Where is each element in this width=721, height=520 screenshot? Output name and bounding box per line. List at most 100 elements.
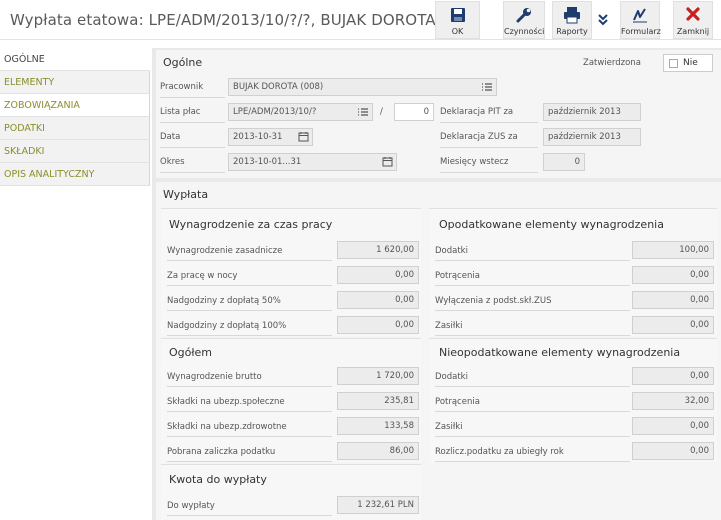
nieopod-row-value[interactable]: 0,00 [632, 442, 714, 460]
ogolne-title: Ogólne [163, 56, 203, 69]
window-title: Wypłata etatowa: LPE/ADM/2013/10/?/?, BU… [10, 11, 471, 29]
tab-skladki[interactable]: SKŁADKI [0, 140, 150, 163]
opod-row-value[interactable]: 0,00 [632, 316, 714, 334]
pracownik-value: BUJAK DOROTA (008) [233, 82, 324, 92]
kwota-title: Kwota do wypłaty [169, 473, 267, 486]
lista-separator: / [380, 107, 383, 117]
ok-button[interactable]: OK [435, 1, 480, 39]
okres-label: Okres [160, 157, 185, 167]
czynnosci-button[interactable]: Czynności [503, 1, 545, 39]
okres-field[interactable]: 2013-10-01...31 [228, 153, 397, 171]
ogolem-row-value[interactable]: 1 720,00 [337, 367, 419, 385]
kwota-panel: Kwota do wypłaty Do wypłaty 1 232,61 PLN [161, 464, 421, 520]
nieopod-row-label: Potrącenia [435, 397, 480, 407]
nieopod-row-value[interactable]: 32,00 [632, 392, 714, 410]
checkbox-box [669, 59, 678, 68]
nieopod-row-value[interactable]: 0,00 [632, 417, 714, 435]
wyn-row-label: Wynagrodzenie zasadnicze [167, 246, 283, 256]
pit-label: Deklaracja PIT za [440, 107, 514, 117]
zus-field[interactable]: październik 2013 [543, 128, 641, 146]
raporty-label: Raporty [556, 27, 588, 36]
czynnosci-label: Czynności [504, 27, 545, 36]
opod-row-value[interactable]: 0,00 [632, 291, 714, 309]
tab-opis-analityczny[interactable]: OPIS ANALITYCZNY [0, 163, 150, 186]
save-icon [450, 8, 465, 22]
nieopod-row-label: Rozlicz.podatku za ubiegły rok [435, 447, 564, 457]
miesiecy-field[interactable]: 0 [543, 153, 585, 171]
main-content: Ogólne Pracownik BUJAK DOROTA (008) List… [152, 48, 721, 520]
wyn-row-value[interactable]: 0,00 [337, 266, 419, 284]
ogolem-row-value[interactable]: 86,00 [337, 442, 419, 460]
lista-label: Lista płac [160, 107, 201, 117]
wyn-row-label: Nadgodziny z dopłatą 50% [167, 296, 281, 306]
opod-row-value[interactable]: 0,00 [632, 266, 714, 284]
ogolne-panel: Ogólne Pracownik BUJAK DOROTA (008) List… [156, 50, 721, 178]
zamknij-label: Zamknij [676, 27, 710, 36]
tab-podatki[interactable]: PODATKI [0, 117, 150, 140]
wyn-row-label: Nadgodziny z dopłatą 100% [167, 321, 287, 331]
close-icon [686, 7, 700, 21]
ogolem-panel: Ogółem Wynagrodzenie brutto 1 720,00 Skł… [161, 338, 421, 462]
zatwierdzona-label: Zatwierdzona [583, 58, 641, 68]
pit-field[interactable]: październik 2013 [543, 103, 641, 121]
wynagrodzenie-panel: Wynagrodzenie za czas pracy Wynagrodzeni… [161, 208, 421, 336]
opodatkowane-title: Opodatkowane elementy wynagrodzenia [439, 218, 664, 231]
pracownik-field[interactable]: BUJAK DOROTA (008) [228, 78, 497, 96]
wrench-icon [516, 8, 531, 23]
opod-row-label: Potrącenia [435, 271, 480, 281]
printer-icon [564, 7, 580, 24]
data-field[interactable]: 2013-10-31 [228, 128, 313, 146]
opod-row-value[interactable]: 100,00 [632, 241, 714, 259]
ok-label: OK [451, 27, 464, 36]
nieopodatkowane-panel: Nieopodatkowane elementy wynagrodzenia D… [429, 338, 717, 462]
signature-icon [633, 8, 647, 23]
zatwierdzona-value: Nie [683, 58, 698, 68]
okres-value: 2013-10-01...31 [233, 157, 302, 167]
opod-row-label: Zasiłki [435, 321, 463, 331]
wyn-row-value[interactable]: 1 620,00 [337, 241, 419, 259]
zatwierdzona-checkbox[interactable]: Nie [663, 54, 713, 72]
formularz-label: Formularz [621, 27, 661, 36]
ogolem-title: Ogółem [169, 346, 212, 359]
list-icon[interactable] [481, 81, 493, 93]
lista-value: LPE/ADM/2013/10/? [233, 107, 317, 117]
calendar-icon[interactable] [298, 131, 309, 142]
wyplata-title: Wypłata [163, 188, 209, 201]
do-wyplaty-label: Do wypłaty [167, 501, 215, 511]
window-header: Wypłata etatowa: LPE/ADM/2013/10/?/?, BU… [0, 0, 721, 40]
wyn-row-value[interactable]: 0,00 [337, 316, 419, 334]
zamknij-button[interactable]: Zamknij [673, 1, 713, 39]
ogolem-row-label: Pobrana zaliczka podatku [167, 447, 276, 457]
nieopodatkowane-title: Nieopodatkowane elementy wynagrodzenia [439, 346, 681, 359]
pracownik-label: Pracownik [160, 82, 204, 92]
list-icon[interactable] [357, 106, 369, 118]
do-wyplaty-value[interactable]: 1 232,61 PLN [337, 496, 419, 514]
calendar-icon[interactable] [382, 156, 393, 167]
nieopod-row-label: Dodatki [435, 372, 468, 382]
wynagrodzenie-title: Wynagrodzenie za czas pracy [169, 218, 333, 231]
lista-field[interactable]: LPE/ADM/2013/10/? [228, 103, 373, 121]
miesiecy-label: Miesięcy wstecz [440, 157, 509, 167]
ogolem-row-label: Składki na ubezp.społeczne [167, 397, 285, 407]
ogolem-row-value[interactable]: 133,58 [337, 417, 419, 435]
zus-label: Deklaracja ZUS za [440, 132, 518, 142]
lista-number-field[interactable]: 0 [394, 103, 434, 121]
opodatkowane-panel: Opodatkowane elementy wynagrodzenia Doda… [429, 208, 717, 336]
ogolem-row-label: Wynagrodzenie brutto [167, 372, 262, 382]
double-chevron-down-icon [598, 14, 608, 26]
wyn-row-value[interactable]: 0,00 [337, 291, 419, 309]
nieopod-row-value[interactable]: 0,00 [632, 367, 714, 385]
tab-elementy[interactable]: ELEMENTY [0, 71, 150, 94]
wyn-row-label: Za pracę w nocy [167, 271, 238, 281]
ogolem-row-value[interactable]: 235,81 [337, 392, 419, 410]
opod-row-label: Dodatki [435, 246, 468, 256]
opod-row-label: Wyłączenia z podst.skł.ZUS [435, 296, 552, 306]
nieopod-row-label: Zasiłki [435, 422, 463, 432]
formularz-button[interactable]: Formularz [620, 1, 661, 39]
data-label: Data [160, 132, 181, 142]
tab-zobowiazania[interactable]: ZOBOWIĄZANIA [0, 94, 150, 117]
tab-ogolne[interactable]: OGÓLNE [0, 48, 150, 71]
raporty-button[interactable]: Raporty [552, 1, 592, 39]
tab-list: OGÓLNE ELEMENTY ZOBOWIĄZANIA PODATKI SKŁ… [0, 48, 150, 186]
more-button[interactable] [594, 1, 612, 39]
